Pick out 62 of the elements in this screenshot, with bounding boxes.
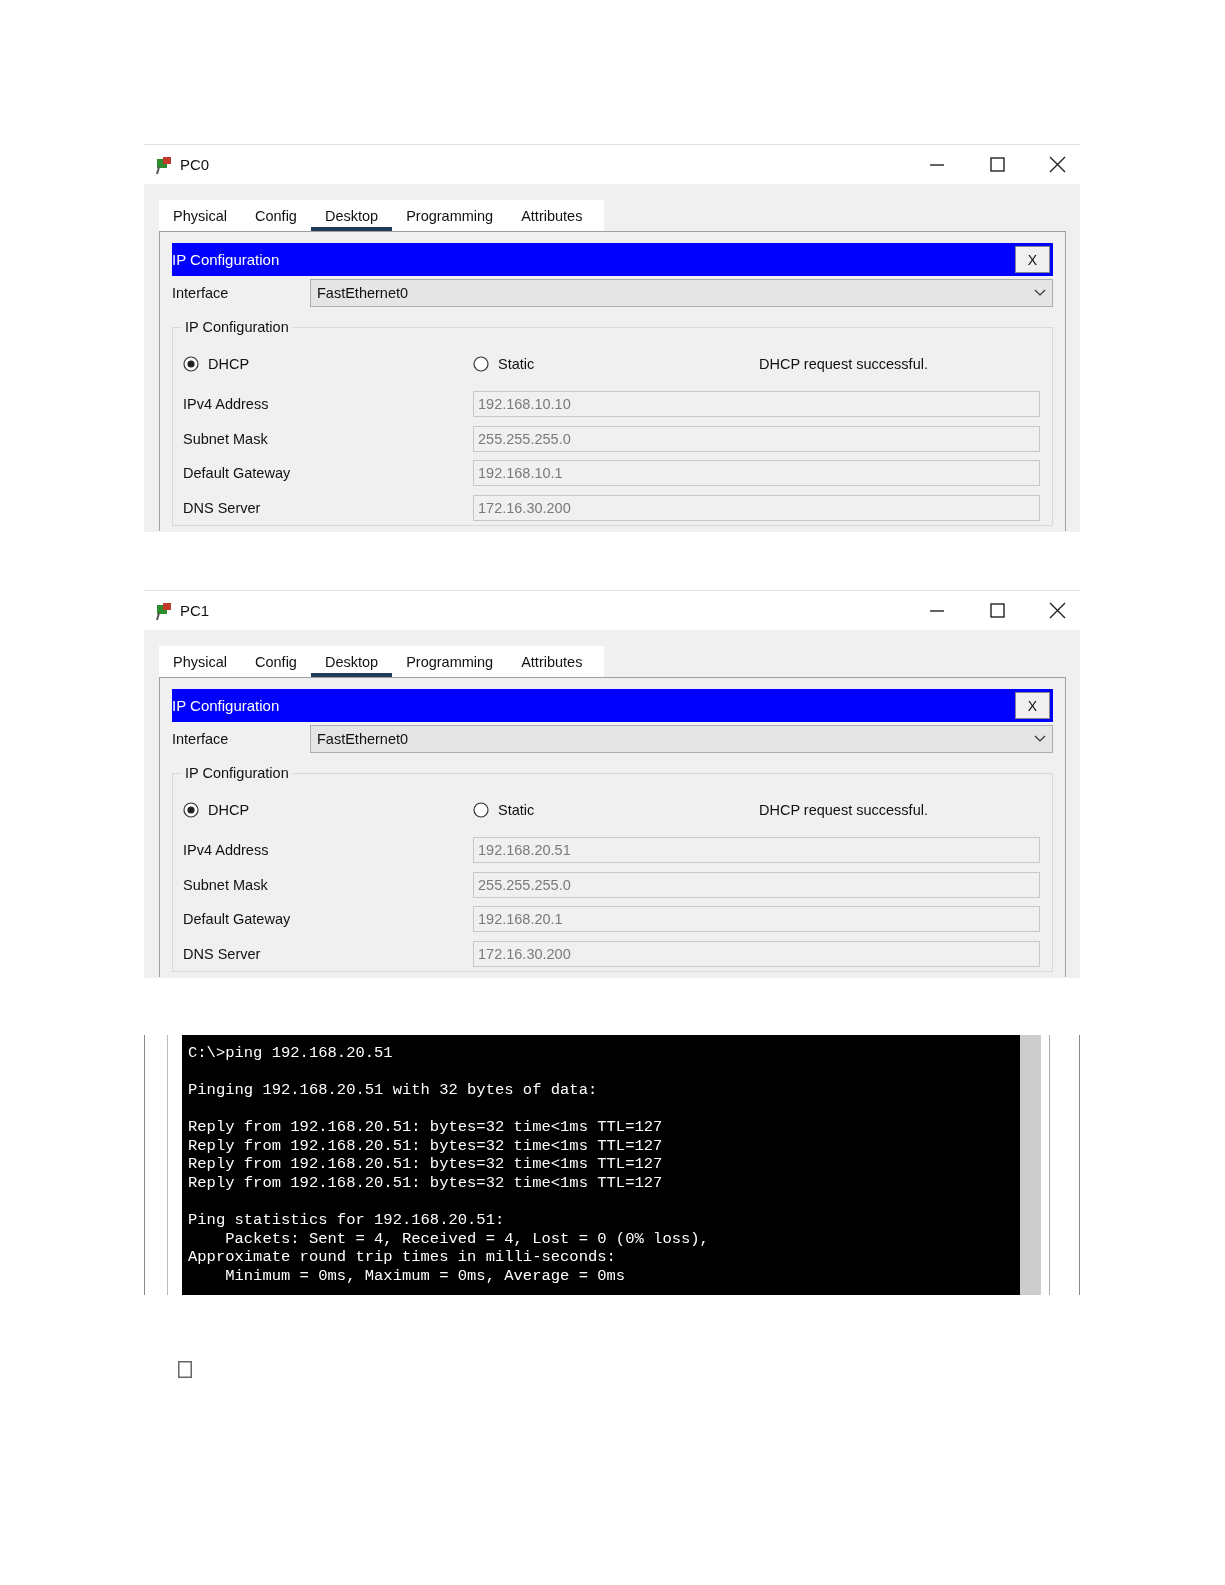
input-field[interactable]: 192.168.20.51 — [473, 837, 1040, 864]
tab[interactable]: Physical — [159, 650, 241, 677]
radio-button[interactable] — [183, 802, 199, 818]
terminal-line: Packets: Sent = 4, Received = 4, Lost = 0 (0% loss), — [224, 1229, 709, 1249]
terminal-line: Minimum = 0ms, Maximum = 0ms, Average = 0ms — [224, 1266, 626, 1286]
radio-option[interactable]: Static — [473, 356, 759, 372]
field-label: Interface — [172, 285, 230, 301]
radio-button[interactable] — [473, 356, 489, 372]
interface-dropdown[interactable]: FastEthernet0 — [310, 279, 1053, 307]
tab[interactable]: Attributes — [507, 204, 597, 231]
tab[interactable]: Config — [241, 204, 311, 231]
radio-option[interactable]: DHCP — [183, 356, 473, 372]
field-label: IPv4 Address — [183, 396, 270, 413]
terminal-line: Reply from 192.168.20.51: bytes=32 time<1ms TTL=127 — [188, 1173, 663, 1193]
chevron-down-icon — [1034, 735, 1046, 743]
field-label: Subnet Mask — [183, 876, 269, 893]
input-field[interactable]: 255.255.255.0 — [473, 871, 1040, 898]
input-field[interactable]: 192.168.20.1 — [473, 906, 1040, 933]
field-label: DNS Server — [183, 499, 262, 516]
window-title: PC0 — [180, 156, 211, 173]
input-field[interactable]: 255.255.255.0 — [473, 425, 1040, 452]
checkbox[interactable] — [178, 1361, 192, 1378]
window-title: PC1 — [180, 602, 211, 619]
terminal-line: C:\>ping 192.168.20.51 — [188, 1044, 393, 1063]
tab[interactable]: Attributes — [507, 650, 597, 677]
input-field[interactable]: 192.168.10.10 — [473, 391, 1040, 418]
input-field[interactable]: 192.168.10.1 — [473, 460, 1040, 487]
scrollbar[interactable] — [1020, 1035, 1041, 1295]
radio-option[interactable]: DHCP — [183, 802, 473, 818]
status-message: DHCP request successful. — [759, 802, 928, 818]
status-message: DHCP request successful. — [759, 356, 928, 372]
field-label: DNS Server — [183, 945, 262, 962]
tab[interactable]: Desktop — [310, 204, 393, 231]
tab[interactable]: Programming — [392, 650, 508, 677]
field-label: Subnet Mask — [183, 430, 269, 447]
tab[interactable]: Programming — [392, 204, 508, 231]
group-title: IP Configuration — [184, 319, 290, 335]
field-label: Default Gateway — [183, 465, 292, 482]
chevron-down-icon — [1034, 289, 1046, 297]
interface-dropdown[interactable]: FastEthernet0 — [310, 725, 1053, 753]
input-field[interactable]: 172.16.30.200 — [473, 940, 1040, 967]
tab[interactable]: Physical — [159, 204, 241, 231]
terminal-line: Reply from 192.168.20.51: bytes=32 time<1ms TTL=127 — [188, 1118, 663, 1137]
radio-button[interactable] — [473, 802, 489, 818]
input-field[interactable]: 172.16.30.200 — [473, 494, 1040, 521]
terminal-line: Reply from 192.168.20.51: bytes=32 time<1ms TTL=127 — [188, 1136, 663, 1156]
panel-title: IP Configuration — [172, 251, 280, 268]
terminal-line: Reply from 192.168.20.51: bytes=32 time<1ms TTL=127 — [188, 1155, 663, 1174]
panel-title: IP Configuration — [172, 697, 280, 714]
group-title: IP Configuration — [184, 765, 290, 781]
field-label: Default Gateway — [183, 911, 292, 928]
tab[interactable]: Config — [241, 650, 311, 677]
field-label: IPv4 Address — [183, 842, 270, 859]
terminal-line: Pinging 192.168.20.51 with 32 bytes of data: — [188, 1081, 598, 1100]
radio-button[interactable] — [183, 356, 199, 372]
close-button[interactable]: X — [1015, 246, 1050, 273]
field-label: Interface — [172, 731, 230, 747]
close-button[interactable]: X — [1015, 692, 1050, 719]
radio-option[interactable]: Static — [473, 802, 759, 818]
tab[interactable]: Desktop — [310, 650, 393, 677]
terminal-line: Ping statistics for 192.168.20.51: — [188, 1211, 505, 1230]
terminal-line: Approximate round trip times in milli-seconds: — [188, 1248, 616, 1267]
